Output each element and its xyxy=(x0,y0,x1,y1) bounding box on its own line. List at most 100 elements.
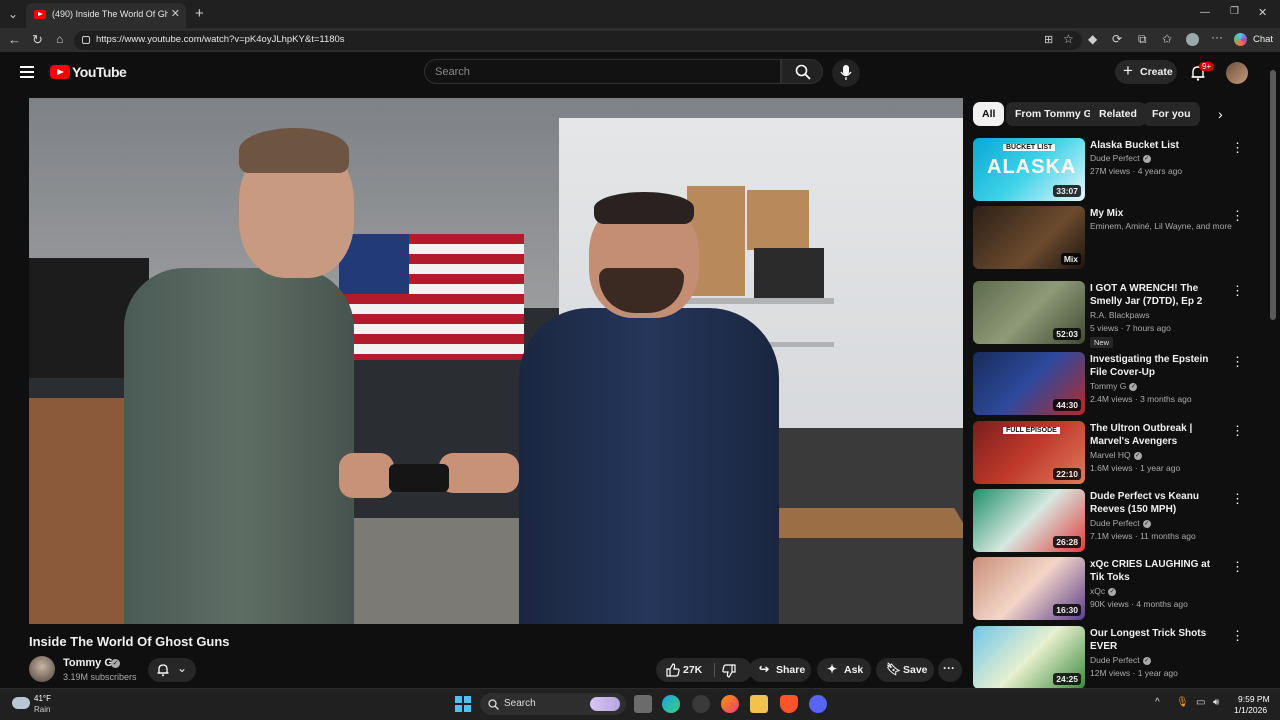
brave-icon[interactable] xyxy=(780,695,798,713)
more-vertical-icon[interactable]: ⋮ xyxy=(1231,491,1244,507)
recommendation-channel[interactable]: xQc ✓ xyxy=(1090,586,1117,596)
share-button[interactable]: ↪ Share xyxy=(749,658,811,682)
recommendation-item[interactable]: 44:30 Investigating the Epstein File Cove… xyxy=(973,352,1263,418)
url-field[interactable]: https://www.youtube.com/watch?v=pK4oyJLh… xyxy=(74,31,1082,50)
recommendation-channel[interactable]: Marvel HQ ✓ xyxy=(1090,450,1142,460)
copilot-icon[interactable] xyxy=(1234,33,1247,46)
back-icon[interactable]: ← xyxy=(8,32,21,47)
more-actions-button[interactable]: ··· xyxy=(938,658,962,682)
window-close-icon[interactable]: ✕ xyxy=(1258,6,1267,19)
recommendation-item[interactable]: 52:03 I GOT A WRENCH! The Smelly Jar (7DT… xyxy=(973,281,1263,348)
new-tab-icon[interactable]: + xyxy=(195,5,204,22)
more-vertical-icon[interactable]: ⋮ xyxy=(1231,628,1244,644)
recommendation-item[interactable]: Mix My Mix Eminem, Aminé, Lil Wayne, and m… xyxy=(973,206,1263,272)
recommendation-thumbnail[interactable]: FULL EPISODE 22:10 xyxy=(973,421,1085,484)
edge-icon[interactable] xyxy=(662,695,680,713)
chevron-right-icon[interactable]: › xyxy=(1218,106,1223,122)
recommendation-title[interactable]: Investigating the Epstein File Cover-Up xyxy=(1090,353,1225,379)
chat-button[interactable]: Chat xyxy=(1253,34,1273,45)
recommendation-title[interactable]: The Ultron Outbreak | Marvel's Avengers … xyxy=(1090,422,1225,449)
clock-date[interactable]: 1/1/2026 xyxy=(1234,705,1267,715)
voice-search-button[interactable] xyxy=(832,59,860,87)
recommendation-channel[interactable]: Eminem, Aminé, Lil Wayne, and more xyxy=(1090,221,1232,231)
more-vertical-icon[interactable]: ⋮ xyxy=(1231,423,1244,439)
recommendation-thumbnail[interactable]: BUCKET LIST ALASKA 33:07 xyxy=(973,138,1085,201)
clock-time[interactable]: 9:59 PM xyxy=(1238,694,1270,704)
youtube-logo-icon[interactable] xyxy=(50,65,70,79)
chip-for-you[interactable]: For you xyxy=(1143,102,1200,126)
chip-from-tommy-g[interactable]: From Tommy G xyxy=(1006,102,1101,126)
file-explorer-icon[interactable] xyxy=(750,695,768,713)
video-player[interactable] xyxy=(29,98,963,624)
discord-icon[interactable] xyxy=(809,695,827,713)
scrollbar-thumb[interactable] xyxy=(1270,70,1276,320)
like-button[interactable]: 27K xyxy=(656,658,752,682)
recommendation-channel[interactable]: Dude Perfect ✓ xyxy=(1090,518,1151,528)
recommendation-item[interactable]: 26:28 Dude Perfect vs Keanu Reeves (150 M… xyxy=(973,489,1263,555)
recommendation-item[interactable]: FULL EPISODE 22:10 The Ultron Outbreak | M… xyxy=(973,421,1263,487)
weather-cloud-icon[interactable] xyxy=(12,697,30,709)
weather-temperature[interactable]: 41°F xyxy=(34,694,51,703)
recommendation-channel[interactable]: Dude Perfect ✓ xyxy=(1090,153,1151,163)
maximize-icon[interactable]: ❐ xyxy=(1230,6,1239,17)
subscription-notifications-button[interactable]: ⌄ xyxy=(148,658,196,682)
create-button[interactable]: + Create xyxy=(1115,60,1177,84)
more-menu-icon[interactable]: ··· xyxy=(1211,30,1223,44)
recommendation-thumbnail[interactable]: 44:30 xyxy=(973,352,1085,415)
weather-description[interactable]: Rain xyxy=(34,705,50,714)
windows-start-icon[interactable] xyxy=(455,696,471,712)
network-icon[interactable]: ▭ xyxy=(1196,697,1205,708)
task-view-icon[interactable] xyxy=(634,695,652,713)
favorites-icon[interactable]: ✩ xyxy=(1162,32,1172,46)
menu-icon[interactable] xyxy=(20,66,34,78)
recommendation-title[interactable]: Alaska Bucket List xyxy=(1090,139,1225,152)
recommendation-thumbnail[interactable]: Mix xyxy=(973,206,1085,269)
recommendation-channel[interactable]: Dude Perfect ✓ xyxy=(1090,655,1151,665)
refresh-icon[interactable]: ↻ xyxy=(32,32,43,48)
more-vertical-icon[interactable]: ⋮ xyxy=(1231,140,1244,156)
youtube-wordmark[interactable]: YouTube xyxy=(72,64,127,80)
more-vertical-icon[interactable]: ⋮ xyxy=(1231,559,1244,575)
recommendation-thumbnail[interactable]: 52:03 xyxy=(973,281,1085,344)
split-screen-icon[interactable]: ⧉ xyxy=(1138,32,1147,47)
more-vertical-icon[interactable]: ⋮ xyxy=(1231,208,1244,224)
recommendation-thumbnail[interactable]: 16:30 xyxy=(973,557,1085,620)
recommendation-channel[interactable]: R.A. Blackpaws xyxy=(1090,310,1150,320)
taskbar-search[interactable]: Search xyxy=(480,693,626,715)
volume-icon[interactable]: 🔊︎ xyxy=(1213,697,1219,708)
channel-name[interactable]: Tommy G xyxy=(63,657,113,669)
account-avatar[interactable] xyxy=(1226,62,1248,84)
minimize-icon[interactable]: — xyxy=(1200,7,1210,18)
chatgpt-icon[interactable] xyxy=(692,695,710,713)
search-input[interactable]: Search xyxy=(424,59,781,84)
tab-close-icon[interactable]: ✕ xyxy=(171,7,180,20)
recommendation-title[interactable]: Our Longest Trick Shots EVER xyxy=(1090,627,1225,653)
recommendation-item[interactable]: 24:25 Our Longest Trick Shots EVER Dude Pe… xyxy=(973,626,1263,692)
recommendation-thumbnail[interactable]: 26:28 xyxy=(973,489,1085,552)
recommendation-channel[interactable]: Tommy G ✓ xyxy=(1090,381,1138,391)
profile-icon[interactable] xyxy=(1186,33,1199,46)
search-button[interactable] xyxy=(781,59,823,84)
thumbs-down-icon[interactable] xyxy=(722,664,736,678)
recommendation-title[interactable]: xQc CRIES LAUGHING at Tik Toks xyxy=(1090,558,1225,584)
tab-list-chevron-icon[interactable]: ⌄ xyxy=(8,7,18,21)
microphone-tray-icon[interactable]: 🎙︎ xyxy=(1176,697,1189,708)
recommendation-item[interactable]: 16:30 xQc CRIES LAUGHING at Tik Toks xQc ✓ 9… xyxy=(973,557,1263,623)
ask-button[interactable]: ✦ Ask xyxy=(817,658,871,682)
chip-all[interactable]: All xyxy=(973,102,1005,126)
recommendation-title[interactable]: I GOT A WRENCH! The Smelly Jar (7DTD), E… xyxy=(1090,282,1225,308)
firefox-icon[interactable] xyxy=(721,695,739,713)
favorite-star-icon[interactable]: ☆ xyxy=(1063,32,1074,46)
channel-avatar[interactable] xyxy=(29,656,55,682)
recommendation-title[interactable]: Dude Perfect vs Keanu Reeves (150 MPH) xyxy=(1090,490,1225,516)
recommendation-thumbnail[interactable]: 24:25 xyxy=(973,626,1085,689)
save-button[interactable]: 🔖︎ Save xyxy=(876,658,934,682)
recommendation-title[interactable]: My Mix xyxy=(1090,207,1225,220)
extension-icon[interactable]: ◆ xyxy=(1088,32,1097,46)
sync-icon[interactable]: ⟳ xyxy=(1112,32,1122,46)
home-icon[interactable]: ⌂ xyxy=(56,32,63,46)
chip-related[interactable]: Related xyxy=(1090,102,1146,126)
app-available-icon[interactable]: ⊞ xyxy=(1044,33,1053,46)
browser-tab-active[interactable]: (490) Inside The World Of Ghost G ✕ xyxy=(26,3,186,28)
tray-overflow-icon[interactable]: ^ xyxy=(1155,697,1160,708)
